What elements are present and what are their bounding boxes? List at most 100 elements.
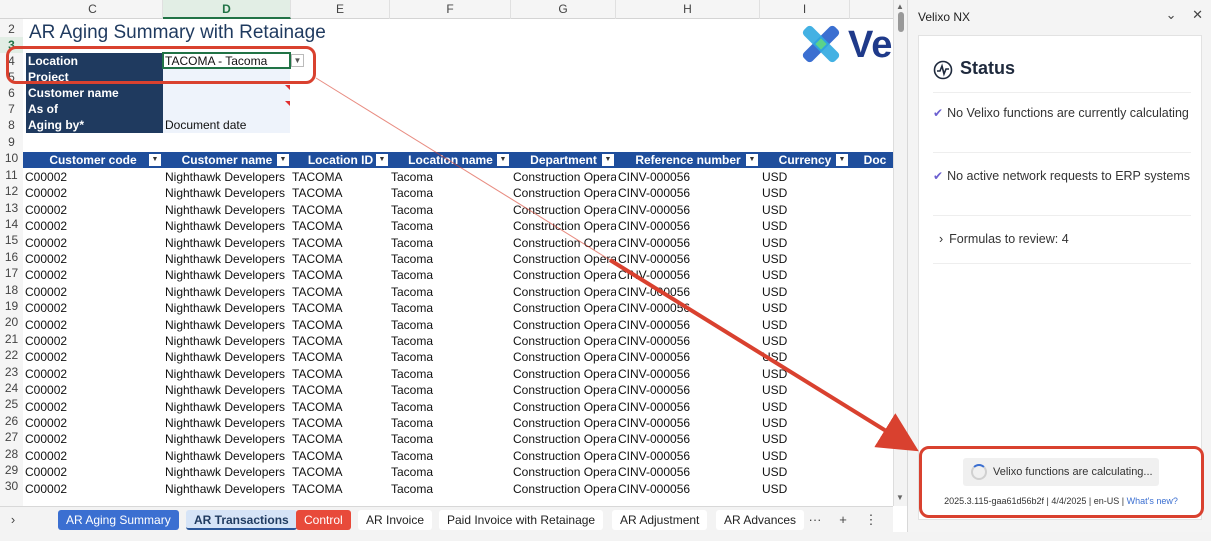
table-cell[interactable]: Tacoma	[389, 448, 510, 464]
table-row[interactable]: C00002 Nighthawk Developers TACOMA Tacoma Co…	[23, 448, 893, 464]
table-cell[interactable]: USD	[760, 349, 850, 365]
sheet-tab[interactable]: AR Adjustment	[612, 510, 708, 530]
table-cell[interactable]: Nighthawk Developers	[163, 431, 291, 447]
table-cell[interactable]: Tacoma	[389, 202, 510, 218]
table-cell[interactable]: USD	[760, 284, 850, 300]
table-cell[interactable]: TACOMA	[290, 349, 389, 365]
table-cell[interactable]: USD	[760, 185, 850, 201]
table-header-cell[interactable]: Customer code ▼	[23, 152, 163, 168]
table-row[interactable]: C00002 Nighthawk Developers TACOMA Tacoma Co…	[23, 202, 893, 218]
table-row[interactable]: C00002 Nighthawk Developers TACOMA Tacoma Co…	[23, 317, 893, 333]
row-header[interactable]: 16	[0, 249, 23, 265]
table-cell[interactable]: C00002	[23, 333, 163, 349]
table-cell[interactable]: CINV-000056	[616, 267, 760, 283]
table-cell[interactable]: TACOMA	[290, 399, 389, 415]
table-cell[interactable]: USD	[760, 218, 850, 234]
table-cell[interactable]: CINV-000056	[616, 382, 760, 398]
table-cell[interactable]: Construction Opera	[511, 169, 616, 185]
column-header-d[interactable]: D	[163, 0, 291, 19]
options-icon[interactable]: ⋮	[862, 510, 880, 530]
table-cell[interactable]: C00002	[23, 448, 163, 464]
table-cell[interactable]: USD	[760, 202, 850, 218]
table-row[interactable]: C00002 Nighthawk Developers TACOMA Tacoma Co…	[23, 300, 893, 316]
close-icon[interactable]: ✕	[1192, 7, 1203, 22]
table-cell[interactable]: CINV-000056	[616, 251, 760, 267]
table-cell[interactable]: Construction Opera	[511, 366, 616, 382]
table-header-cell[interactable]: Location name ▼	[390, 152, 511, 168]
table-cell[interactable]: CINV-000056	[616, 448, 760, 464]
table-cell[interactable]: TACOMA	[290, 251, 389, 267]
sheet-tab[interactable]: AR Aging Summary	[58, 510, 179, 530]
table-cell[interactable]: TACOMA	[290, 284, 389, 300]
table-cell[interactable]: Tacoma	[389, 431, 510, 447]
add-sheet-icon[interactable]: +	[834, 510, 852, 530]
table-cell[interactable]: USD	[760, 333, 850, 349]
row-header[interactable]: 27	[0, 429, 23, 445]
row-header[interactable]: 13	[0, 200, 23, 216]
table-row[interactable]: C00002 Nighthawk Developers TACOMA Tacoma Co…	[23, 235, 893, 251]
table-row[interactable]: C00002 Nighthawk Developers TACOMA Tacoma Co…	[23, 284, 893, 300]
table-cell[interactable]: TACOMA	[290, 464, 389, 480]
table-cell[interactable]: TACOMA	[290, 333, 389, 349]
table-row[interactable]: C00002 Nighthawk Developers TACOMA Tacoma Co…	[23, 481, 893, 497]
table-cell[interactable]: CINV-000056	[616, 415, 760, 431]
table-cell[interactable]: Construction Opera	[511, 185, 616, 201]
table-cell[interactable]: Nighthawk Developers	[163, 284, 291, 300]
table-cell[interactable]: Construction Opera	[511, 317, 616, 333]
table-row[interactable]: C00002 Nighthawk Developers TACOMA Tacoma Co…	[23, 382, 893, 398]
table-cell[interactable]: TACOMA	[290, 202, 389, 218]
table-cell[interactable]: USD	[760, 399, 850, 415]
table-cell[interactable]: Nighthawk Developers	[163, 185, 291, 201]
table-cell[interactable]: C00002	[23, 399, 163, 415]
table-cell[interactable]: Construction Opera	[511, 218, 616, 234]
table-cell[interactable]: Tacoma	[389, 251, 510, 267]
table-cell[interactable]: Construction Opera	[511, 235, 616, 251]
table-cell[interactable]: USD	[760, 415, 850, 431]
formulas-to-review[interactable]: › Formulas to review: 4	[939, 232, 1069, 246]
table-cell[interactable]: CINV-000056	[616, 169, 760, 185]
table-cell[interactable]: C00002	[23, 202, 163, 218]
table-cell[interactable]: USD	[760, 464, 850, 480]
sheet-tab[interactable]: Paid Invoice with Retainage	[439, 510, 604, 530]
table-cell[interactable]: CINV-000056	[616, 284, 760, 300]
row-header[interactable]: 6	[0, 85, 23, 101]
table-cell[interactable]: TACOMA	[290, 481, 389, 497]
filter-icon[interactable]: ▼	[497, 154, 509, 166]
table-row[interactable]: C00002 Nighthawk Developers TACOMA Tacoma Co…	[23, 366, 893, 382]
table-cell[interactable]: Tacoma	[389, 185, 510, 201]
table-cell[interactable]: Tacoma	[389, 415, 510, 431]
table-cell[interactable]: Nighthawk Developers	[163, 333, 291, 349]
row-header[interactable]: 26	[0, 413, 23, 429]
row-header[interactable]: 17	[0, 265, 23, 281]
table-cell[interactable]: CINV-000056	[616, 481, 760, 497]
table-cell[interactable]: Construction Opera	[511, 267, 616, 283]
table-cell[interactable]: Construction Opera	[511, 415, 616, 431]
row-header[interactable]: 12	[0, 183, 23, 199]
table-cell[interactable]: CINV-000056	[616, 185, 760, 201]
table-header-cell[interactable]: Reference number ▼	[616, 152, 760, 168]
row-header[interactable]: 14	[0, 216, 23, 232]
sheet-tab[interactable]: AR Advances	[716, 510, 805, 530]
table-cell[interactable]: C00002	[23, 464, 163, 480]
table-cell[interactable]: Nighthawk Developers	[163, 349, 291, 365]
table-cell[interactable]: Nighthawk Developers	[163, 235, 291, 251]
table-cell[interactable]: CINV-000056	[616, 399, 760, 415]
table-cell[interactable]: Nighthawk Developers	[163, 366, 291, 382]
table-cell[interactable]: TACOMA	[290, 185, 389, 201]
table-cell[interactable]: Nighthawk Developers	[163, 399, 291, 415]
table-cell[interactable]: CINV-000056	[616, 218, 760, 234]
table-cell[interactable]: C00002	[23, 235, 163, 251]
table-cell[interactable]: Tacoma	[389, 464, 510, 480]
table-cell[interactable]: CINV-000056	[616, 202, 760, 218]
row-header[interactable]: 7	[0, 101, 23, 117]
table-cell[interactable]: CINV-000056	[616, 317, 760, 333]
table-cell[interactable]: Construction Opera	[511, 251, 616, 267]
table-cell[interactable]: Nighthawk Developers	[163, 317, 291, 333]
table-cell[interactable]: CINV-000056	[616, 349, 760, 365]
row-header[interactable]: 25	[0, 396, 23, 412]
row-header[interactable]: 8	[0, 117, 23, 133]
sheet-tab[interactable]: AR Transactions	[186, 510, 297, 530]
table-cell[interactable]: Nighthawk Developers	[163, 300, 291, 316]
table-cell[interactable]: TACOMA	[290, 235, 389, 251]
table-cell[interactable]: CINV-000056	[616, 464, 760, 480]
